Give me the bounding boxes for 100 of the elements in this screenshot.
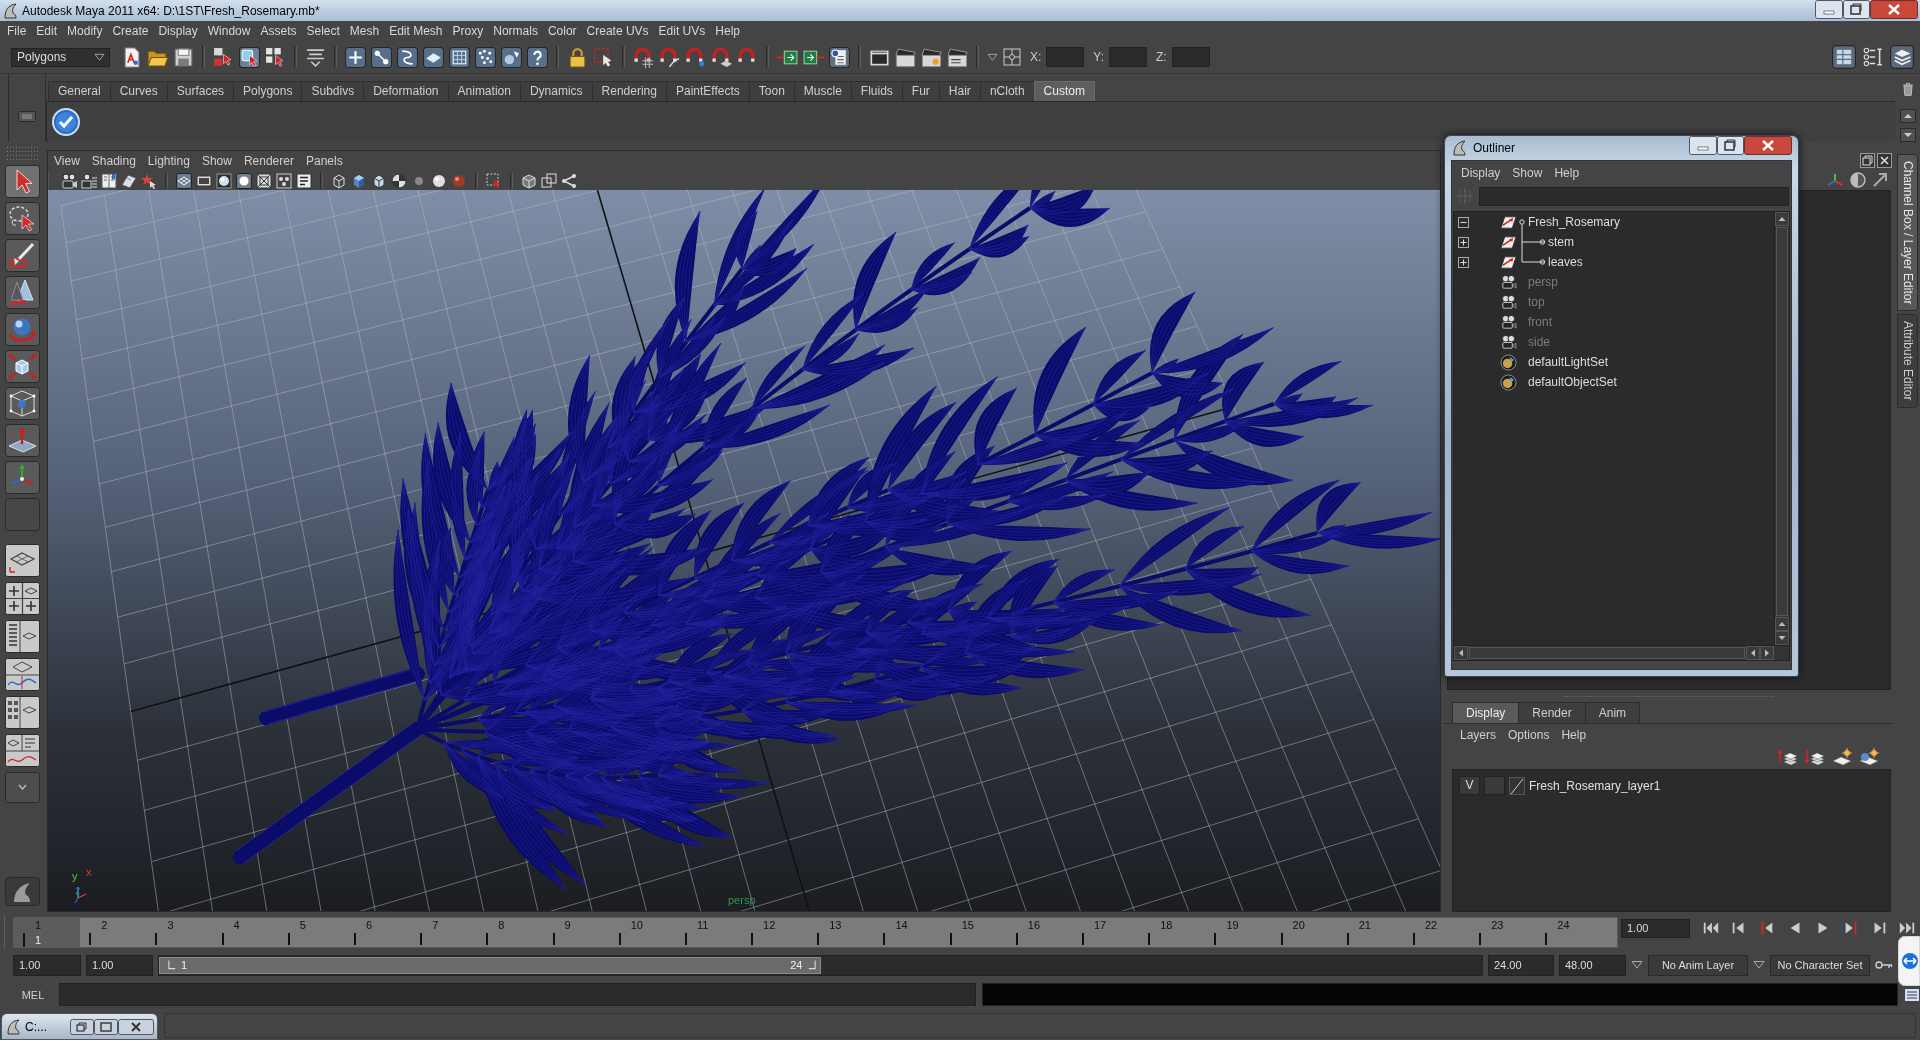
translucent-cube-icon[interactable] xyxy=(521,172,537,189)
menu-item[interactable]: Assets xyxy=(255,22,302,40)
list-and-view-layout-icon[interactable] xyxy=(5,620,40,653)
menu-item[interactable]: Display xyxy=(153,22,203,40)
sphere-plane-sparkle-icon[interactable] xyxy=(1858,748,1880,766)
panel-menu-item[interactable]: View xyxy=(48,152,86,170)
shelf-tab[interactable]: Dynamics xyxy=(519,81,593,101)
plus-box-icon[interactable] xyxy=(1458,236,1469,248)
crossed-box-icon[interactable] xyxy=(256,172,272,189)
arrows-tab-icon[interactable] xyxy=(1898,936,1920,986)
range-slider-handle[interactable]: 1 24 xyxy=(159,956,821,974)
outliner-item[interactable]: defaultObjectSet xyxy=(1527,375,1617,389)
shelf-tab[interactable]: Subdivs xyxy=(301,81,365,101)
shelf-tab[interactable]: Surfaces xyxy=(166,81,235,101)
range-slider-track[interactable]: 1 24 xyxy=(158,954,1483,976)
layers-arrow-down-icon[interactable] xyxy=(1804,748,1826,766)
shelf-tab[interactable]: Curves xyxy=(109,81,168,101)
layer-editor-tab[interactable]: Render xyxy=(1518,702,1586,723)
time-slider-track[interactable]: 1 1 2 3 4 5 6 7 8 9 10 11 12 13 14 15 16 17 18 19 20 21 22 23 24 xyxy=(13,917,1618,948)
paint-brush-icon[interactable] xyxy=(5,239,40,272)
panel-menu-item[interactable]: Show xyxy=(195,152,238,170)
side-tab[interactable]: Attribute Editor xyxy=(1897,314,1918,408)
lines-chevron-icon[interactable] xyxy=(305,46,326,68)
language-toggle[interactable]: MEL xyxy=(13,988,53,1001)
close-icon[interactable] xyxy=(1870,0,1918,19)
shelf-menu-icon[interactable] xyxy=(18,111,36,122)
outliner-item[interactable]: side xyxy=(1527,335,1550,349)
view-and-curve-layout-icon[interactable] xyxy=(5,658,40,691)
character-set-dropdown[interactable]: No Character Set xyxy=(1770,954,1870,976)
menu-item[interactable]: Modify xyxy=(62,22,108,40)
shelf-tab[interactable]: Hair xyxy=(938,81,981,101)
end-time-field[interactable]: 48.00 xyxy=(1559,954,1626,976)
outliner-item[interactable]: stem xyxy=(1547,235,1574,249)
layer-color-box[interactable] xyxy=(1484,776,1505,795)
camera-list-icon[interactable] xyxy=(81,172,97,189)
maximize-icon[interactable] xyxy=(1843,0,1870,19)
axes-icon[interactable] xyxy=(1826,172,1844,188)
shelf-tab[interactable]: Fur xyxy=(901,81,940,101)
close-icon[interactable] xyxy=(1877,152,1892,168)
shelf-tab[interactable]: Fluids xyxy=(850,81,903,101)
menu-item[interactable]: Help xyxy=(1548,164,1586,182)
shelf-tab[interactable]: Rendering xyxy=(591,81,667,101)
crosshair-box-icon[interactable] xyxy=(1003,48,1021,66)
visibility-toggle[interactable]: V xyxy=(1459,776,1480,795)
layer-editor-tab[interactable]: Anim xyxy=(1584,702,1641,723)
diagonal-arrow-icon[interactable] xyxy=(1872,172,1888,188)
camera-icon[interactable] xyxy=(61,172,77,189)
overlapping-windows-icon[interactable] xyxy=(1860,152,1875,168)
outliner-item[interactable]: defaultLightSet xyxy=(1527,355,1609,369)
single-pane-layout-icon[interactable] xyxy=(5,544,40,577)
grid-plane-icon[interactable] xyxy=(176,172,192,189)
perspective-viewport[interactable]: y x z persp xyxy=(48,190,1440,911)
grid-magnet-icon[interactable] xyxy=(633,46,654,68)
corner-handle-icon[interactable] xyxy=(806,960,816,970)
minimize-icon[interactable] xyxy=(1815,0,1843,19)
clapperboard-lines-icon[interactable] xyxy=(947,46,968,68)
panel-menu-item[interactable]: Panels xyxy=(299,152,349,170)
nodes-and-view-layout-icon[interactable] xyxy=(5,696,40,729)
layer-editor-tab[interactable]: Display xyxy=(1452,702,1520,723)
book-icon[interactable] xyxy=(101,172,117,189)
curve-tile-icon[interactable] xyxy=(397,46,418,68)
star-cursor-icon[interactable] xyxy=(141,172,157,189)
maximize-icon[interactable] xyxy=(1717,136,1744,155)
shelf-tab[interactable]: Polygons xyxy=(233,81,303,101)
toolbox-grip[interactable] xyxy=(5,146,40,161)
layer-name[interactable]: Fresh_Rosemary_layer1 xyxy=(1529,778,1661,793)
half-circle-icon[interactable] xyxy=(1850,172,1866,188)
chevron-down-icon[interactable] xyxy=(5,772,40,803)
lit-sphere-icon[interactable] xyxy=(431,172,447,189)
menu-item[interactable]: Help xyxy=(1555,725,1593,744)
table-tile-icon[interactable] xyxy=(1832,45,1856,69)
plus-box-icon[interactable] xyxy=(1458,256,1469,268)
film-frame-icon[interactable] xyxy=(196,172,212,189)
document-lines-icon[interactable] xyxy=(1904,987,1920,1002)
squares-cursor-icon[interactable] xyxy=(213,46,234,68)
coordinate-input-field[interactable] xyxy=(1046,47,1085,67)
restore-icon[interactable] xyxy=(70,1018,94,1035)
lasso-cursor-icon[interactable] xyxy=(5,202,40,235)
shadow-sphere-icon[interactable] xyxy=(451,172,467,189)
side-tab[interactable]: Channel Box / Layer Editor xyxy=(1897,154,1918,312)
clapperboard-dot-icon[interactable] xyxy=(921,46,942,68)
tilted-plane-icon[interactable] xyxy=(121,172,137,189)
panel-menu-item[interactable]: Renderer xyxy=(237,152,300,170)
coordinate-input-field[interactable] xyxy=(1171,47,1210,67)
menu-item[interactable]: Options xyxy=(1502,725,1556,744)
cube-arrows-icon[interactable] xyxy=(5,350,40,383)
title-lines-icon[interactable] xyxy=(296,172,312,189)
caret-icon[interactable] xyxy=(1753,960,1765,970)
shelf-tab[interactable]: Toon xyxy=(748,81,795,101)
menu-item[interactable]: Mesh xyxy=(344,22,385,40)
playback-start-field[interactable]: 1.00 xyxy=(86,954,153,976)
minimized-window[interactable]: C:... xyxy=(1,1013,158,1040)
curve-magnet-icon[interactable] xyxy=(659,46,680,68)
dashed-square-cursor-icon[interactable] xyxy=(593,46,614,68)
shelf-tab[interactable]: nCloth xyxy=(979,81,1035,101)
start-time-field[interactable]: 1.00 xyxy=(13,954,81,976)
menu-item[interactable]: File xyxy=(2,22,32,40)
menu-item[interactable]: Display xyxy=(1455,164,1507,182)
menu-item[interactable]: Select xyxy=(301,22,345,40)
maximize-icon[interactable] xyxy=(94,1018,118,1035)
